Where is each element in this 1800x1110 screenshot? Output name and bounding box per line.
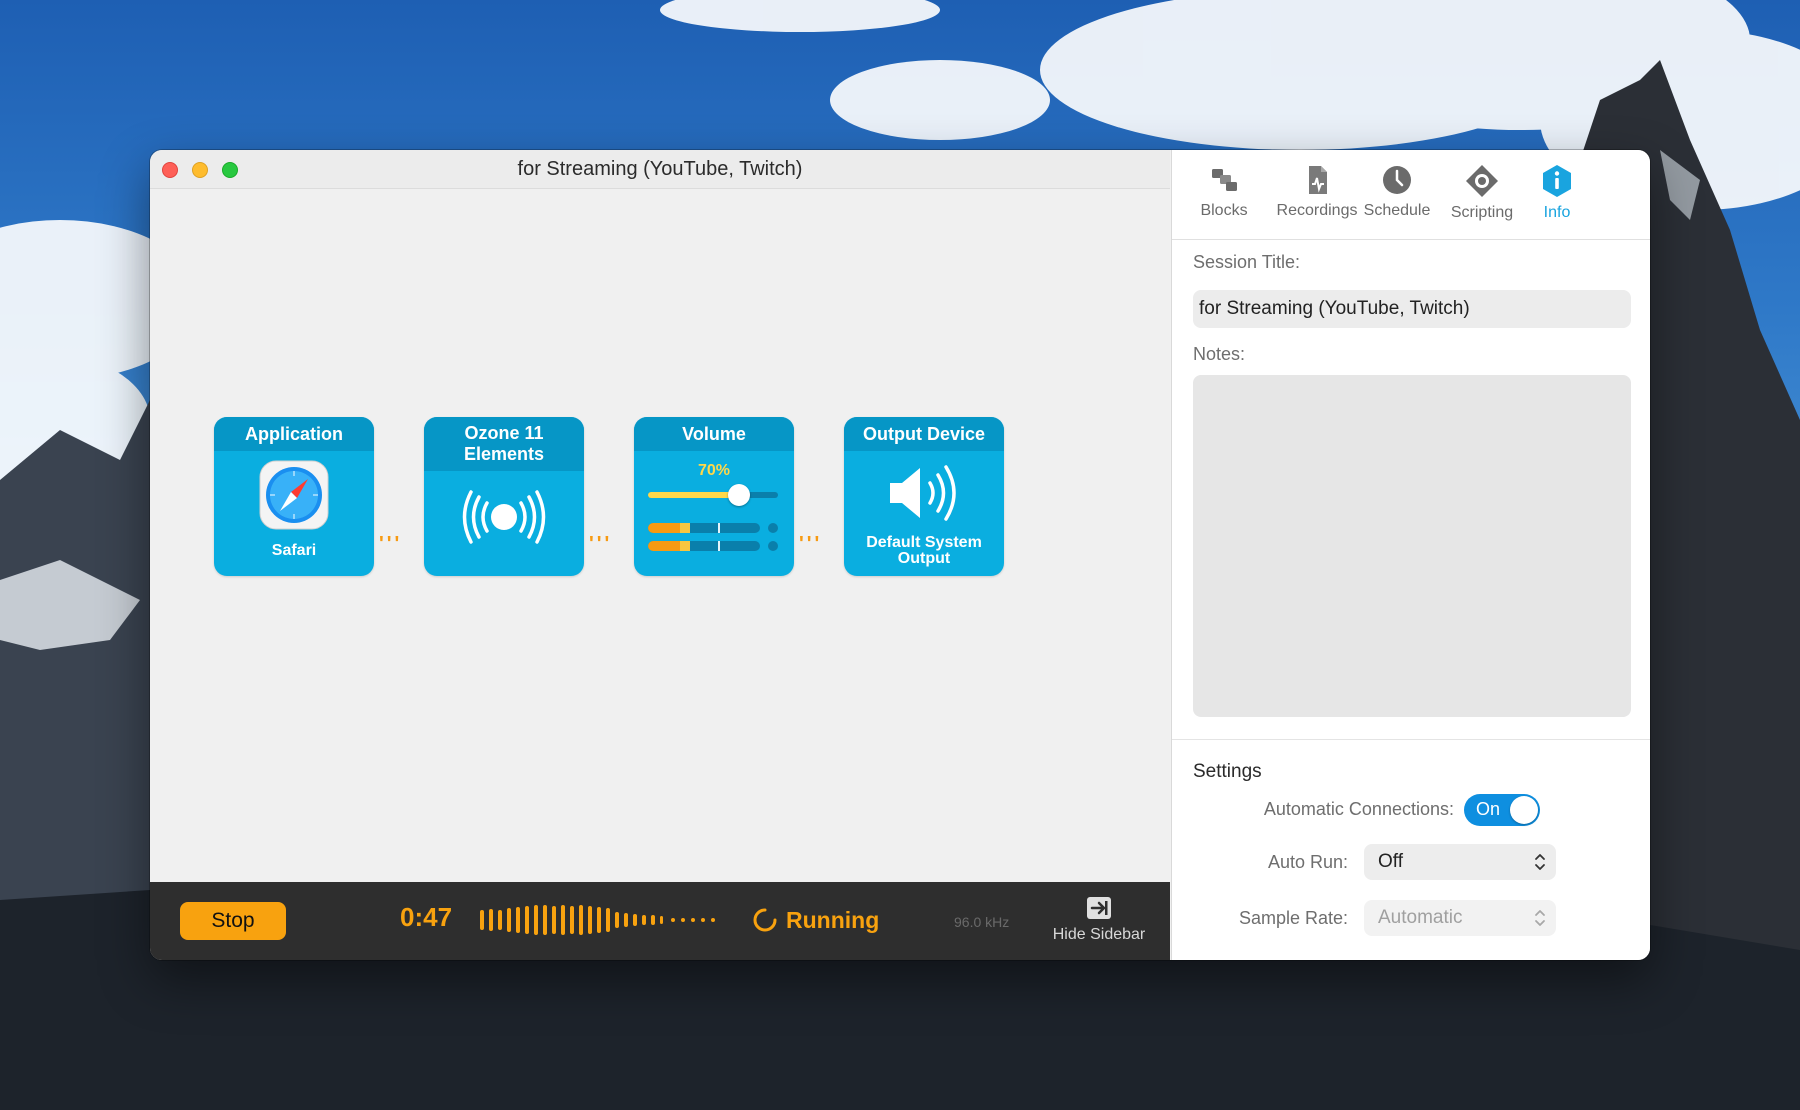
blocks-icon — [1212, 169, 1237, 191]
settings-heading: Settings — [1193, 761, 1262, 782]
window-title: for Streaming (YouTube, Twitch) — [517, 158, 803, 180]
output-device-block[interactable]: Output Device Default System Output — [844, 417, 1004, 576]
updown-chevron-icon — [1535, 910, 1545, 926]
divider — [1172, 739, 1650, 740]
safari-icon — [259, 460, 329, 530]
title-bar: for Streaming (YouTube, Twitch) — [150, 150, 1170, 189]
stop-button[interactable]: Stop — [180, 902, 286, 940]
updown-chevron-icon — [1535, 854, 1545, 870]
app-window: for Streaming (YouTube, Twitch) Applicat… — [150, 150, 1650, 960]
volume-slider[interactable] — [648, 484, 778, 506]
notes-label: Notes: — [1193, 344, 1246, 364]
spinner-icon — [753, 908, 777, 932]
connector: ''' — [799, 533, 823, 555]
ozone-elements-block[interactable]: Ozone 11 Elements — [424, 417, 584, 576]
info-icon — [1543, 165, 1571, 197]
waveform-indicator — [480, 905, 715, 935]
auto-connections-toggle[interactable]: On — [1464, 794, 1540, 826]
block-header: Ozone 11 Elements — [424, 417, 584, 471]
connector: ''' — [379, 533, 403, 555]
block-caption: Default System Output — [866, 534, 982, 567]
sample-rate-label: Sample Rate: — [1238, 908, 1348, 928]
tab-schedule[interactable]: Schedule — [1352, 164, 1442, 220]
tab-label: Schedule — [1363, 202, 1431, 219]
block-header: Output Device — [844, 417, 1004, 451]
elapsed-time: 0:47 — [400, 902, 453, 932]
block-caption: Safari — [271, 542, 317, 559]
application-block[interactable]: Application Safari — [214, 417, 374, 576]
toggle-state: On — [1476, 799, 1501, 819]
speaker-icon — [890, 465, 956, 521]
level-meter-left — [648, 523, 760, 533]
volume-slider-knob[interactable] — [728, 484, 750, 506]
sidebar-tabs: Blocks Recordings Schedule Scripting Inf… — [1172, 150, 1650, 240]
status-bar: Stop 0:47 Running 96.0 kHz Hide Sidebar — [150, 882, 1170, 960]
tab-info[interactable]: Info — [1522, 164, 1592, 222]
meter-clip-indicator — [768, 523, 778, 533]
clock-icon — [1383, 166, 1411, 194]
auto-connections-label: Automatic Connections: — [1263, 799, 1454, 819]
tab-label: Info — [1543, 204, 1571, 221]
broadcast-icon — [462, 490, 546, 544]
recordings-icon — [1309, 166, 1327, 194]
status-text: Running — [786, 906, 880, 933]
volume-block[interactable]: Volume 70% — [634, 417, 794, 576]
running-status: Running — [752, 904, 879, 936]
auto-run-label: Auto Run: — [1267, 852, 1348, 872]
scripting-icon — [1466, 165, 1498, 197]
connector: ''' — [589, 533, 613, 555]
session-title-label: Session Title: — [1193, 252, 1301, 272]
tab-scripting[interactable]: Scripting — [1437, 164, 1527, 222]
sample-rate-select[interactable]: Automatic — [1364, 900, 1556, 936]
sample-rate-readout: 96.0 kHz — [954, 914, 1010, 930]
level-meter-right — [648, 541, 760, 551]
session-title-field[interactable] — [1193, 290, 1631, 328]
tab-blocks[interactable]: Blocks — [1189, 164, 1259, 220]
notes-field[interactable] — [1193, 375, 1631, 717]
auto-run-select[interactable]: Off — [1364, 844, 1556, 880]
tab-label: Scripting — [1450, 204, 1514, 221]
meter-clip-indicator — [768, 541, 778, 551]
block-header: Volume — [634, 417, 794, 451]
toggle-knob — [1510, 796, 1538, 824]
volume-slider-fill — [648, 492, 739, 498]
auto-run-value: Off — [1378, 851, 1403, 872]
sample-rate-value: Automatic — [1378, 907, 1463, 928]
pipeline-canvas[interactable]: Application Safari ''' Ozone 11 Elements — [150, 189, 1170, 882]
inspector-sidebar: Blocks Recordings Schedule Scripting Inf… — [1171, 150, 1650, 960]
block-header: Application — [214, 417, 374, 451]
volume-level-label: 70% — [697, 462, 731, 479]
tab-label: Blocks — [1200, 202, 1248, 219]
tab-label: Recordings — [1276, 202, 1358, 219]
